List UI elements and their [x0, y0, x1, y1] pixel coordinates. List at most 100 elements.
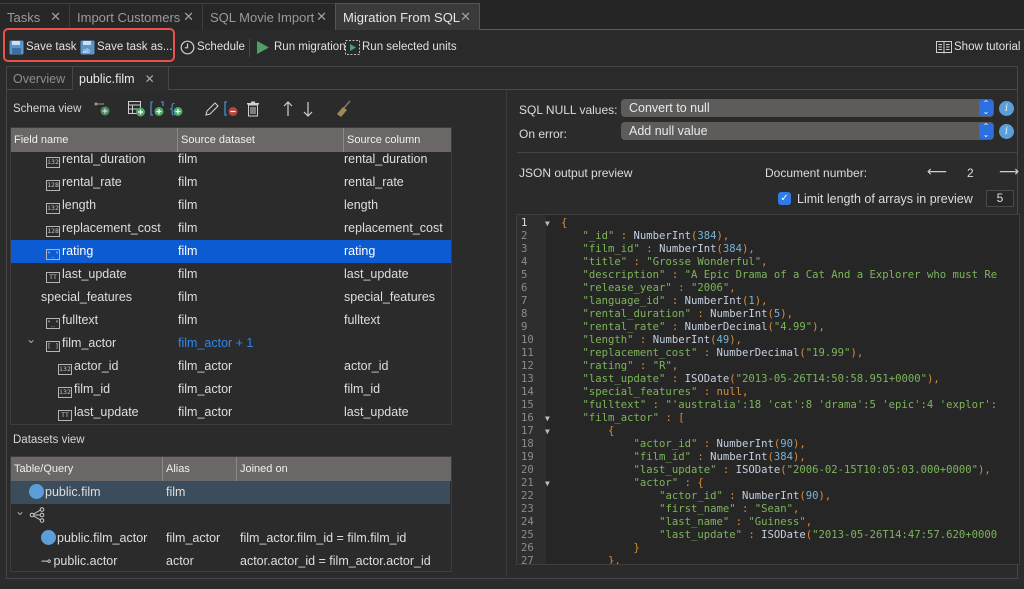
code-text: "last_update" : ISODate("2013-05-26T14:5… [582, 373, 940, 385]
source-column-cell: film_id [344, 382, 381, 396]
dataset-row[interactable]: public.film film [11, 481, 450, 504]
col-table-query[interactable]: Table/Query [11, 457, 162, 481]
close-icon[interactable]: ✕ [183, 9, 194, 25]
line-number: 4 [521, 256, 528, 268]
schedule-button[interactable]: Schedule [180, 37, 245, 57]
field-name: fulltext [62, 313, 99, 327]
subtab-public-film[interactable]: public.film ✕ [73, 67, 169, 90]
trash-icon[interactable] [246, 101, 260, 117]
code-line: 3 "film_id" : NumberInt(384), [517, 243, 1017, 256]
prev-document-arrow-icon[interactable]: ⟵ [927, 163, 947, 180]
subtab-label: Overview [13, 71, 66, 86]
code-line: 6 "release_year" : "2006", [517, 282, 1017, 295]
alias-cell: actor [166, 554, 194, 568]
fold-toggle-icon[interactable]: ▼ [545, 217, 550, 230]
source-dataset-link[interactable]: film_actor + 1 [178, 332, 253, 355]
table-name: public.actor [53, 554, 118, 568]
source-dataset-cell: film [178, 198, 198, 212]
on-error-select[interactable]: Add null value ⌃ ⌄ [621, 122, 994, 140]
fold-toggle-icon[interactable]: ▼ [545, 477, 550, 490]
col-alias[interactable]: Alias [162, 457, 236, 481]
tab-import-customers[interactable]: Import Customers ✕ [69, 3, 202, 30]
schema-row[interactable]: i32 actor_id film_actor actor_id [11, 355, 451, 378]
dataset-row[interactable]: public.film_actor film_actor film_actor.fi… [11, 527, 451, 550]
schema-row[interactable]: 128 rental_rate film rental_rate [11, 171, 451, 194]
fold-toggle-icon[interactable]: ▼ [545, 425, 550, 438]
limit-arrays-checkbox[interactable]: ✓ [778, 192, 791, 205]
json-preview-editor[interactable]: 1 ▼{2 "_id" : NumberInt(384), 3 "film_id" … [516, 214, 1020, 565]
move-up-icon[interactable] [282, 101, 294, 117]
schema-view-title: Schema view [13, 103, 82, 115]
limit-arrays-input[interactable]: 5 [986, 190, 1014, 207]
close-icon[interactable]: ✕ [145, 72, 155, 86]
code-line: 19 "film_id" : NumberInt(384), [517, 451, 1017, 464]
schema-row[interactable]: i32 length film length [11, 194, 451, 217]
code-line: 13 "last_update" : ISODate("2013-05-26T1… [517, 373, 1017, 386]
source-column-cell: actor_id [344, 359, 389, 373]
info-icon[interactable]: i [999, 124, 1014, 139]
col-joined-on[interactable]: Joined on [236, 457, 449, 481]
chevron-down-icon[interactable]: ⌄ [15, 500, 25, 523]
code-line: 8 "rental_duration" : NumberInt(5), [517, 308, 1017, 321]
clock-icon [180, 40, 195, 54]
dataset-row[interactable]: ⊸ public.actor actor actor.actor_id = film_… [11, 550, 451, 571]
field-name-cell: "_" rating [46, 240, 93, 263]
show-tutorial-button[interactable]: Show tutorial [936, 37, 1020, 57]
code-line: 9 "rental_rate" : NumberDecimal("4.99"), [517, 321, 1017, 334]
move-down-icon[interactable] [302, 101, 314, 117]
field-name-cell: i32 film_id [58, 378, 110, 401]
schema-row[interactable]: i32 rental_duration film rental_duration [11, 148, 451, 171]
schema-row[interactable]: i32 film_id film_actor film_id [11, 378, 451, 401]
int32-type-icon: i32 [58, 387, 72, 398]
schema-row[interactable]: special_features film special_features [11, 286, 451, 309]
tab-tasks[interactable]: Tasks ✕ [0, 3, 69, 30]
dataset-row[interactable]: ⌄ [11, 504, 451, 527]
close-icon[interactable]: ✕ [50, 9, 61, 25]
source-dataset-cell: film [178, 152, 198, 166]
fold-toggle-icon[interactable]: ▼ [545, 412, 550, 425]
add-field-icon[interactable] [94, 101, 110, 117]
schema-row[interactable]: TT last_update film_actor last_update [11, 401, 451, 424]
broom-icon[interactable] [336, 100, 352, 118]
code-text: "special_features" : null, [582, 386, 749, 398]
line-number: 2 [521, 230, 528, 242]
sql-null-select[interactable]: Convert to null ⌃ ⌄ [621, 99, 994, 117]
int32-type-icon: i32 [46, 203, 60, 214]
close-icon[interactable]: ✕ [460, 9, 471, 25]
line-number: 1 [521, 217, 528, 229]
info-icon[interactable]: i [999, 101, 1014, 116]
line-number: 24 [521, 516, 534, 528]
code-line: 1 ▼ { [517, 217, 1017, 230]
book-icon [936, 40, 952, 53]
tab-migration-from-sql[interactable]: Migration From SQL ✕ [335, 3, 480, 30]
tab-sql-movie-import[interactable]: SQL Movie Import ✕ [202, 3, 335, 30]
table-icon [41, 530, 56, 545]
add-object-icon[interactable]: { [168, 101, 186, 117]
line-number: 21 [521, 477, 534, 489]
schema-row[interactable]: ⌄[ ] film_actor film_actor + 1 [11, 332, 451, 355]
panel-splitter[interactable] [506, 90, 507, 579]
line-number: 14 [521, 386, 534, 398]
subtab-overview[interactable]: Overview [7, 67, 73, 90]
edit-icon[interactable] [204, 101, 220, 117]
schema-row[interactable]: TT last_update film last_update [11, 263, 451, 286]
chevron-down-icon[interactable]: ⌄ [26, 328, 36, 351]
next-document-arrow-icon[interactable]: ⟶ [999, 163, 1019, 180]
select-stepper-icon: ⌃ ⌄ [979, 123, 993, 139]
line-number: 16 [521, 412, 534, 424]
remove-field-icon[interactable] [224, 101, 240, 117]
code-text: "description" : "A Epic Drama of a Cat A… [582, 269, 998, 281]
add-table-icon[interactable] [128, 101, 146, 117]
schema-row[interactable]: "_" fulltext film fulltext [11, 309, 451, 332]
add-array-icon[interactable] [150, 101, 166, 117]
run-migration-button[interactable]: Run migration [256, 37, 346, 57]
schema-row[interactable]: "_" rating film rating [11, 240, 451, 263]
run-selected-units-button[interactable]: Run selected units [345, 37, 457, 57]
run-migration-label: Run migration [274, 41, 346, 53]
source-column-cell: rating [344, 244, 376, 258]
close-icon[interactable]: ✕ [316, 9, 327, 25]
source-dataset-cell: film_actor [178, 359, 233, 373]
field-name-cell: 128 replacement_cost [46, 217, 161, 240]
schema-row[interactable]: 128 replacement_cost film replacement_cost [11, 217, 451, 240]
source-dataset-cell: film_actor [178, 382, 233, 396]
